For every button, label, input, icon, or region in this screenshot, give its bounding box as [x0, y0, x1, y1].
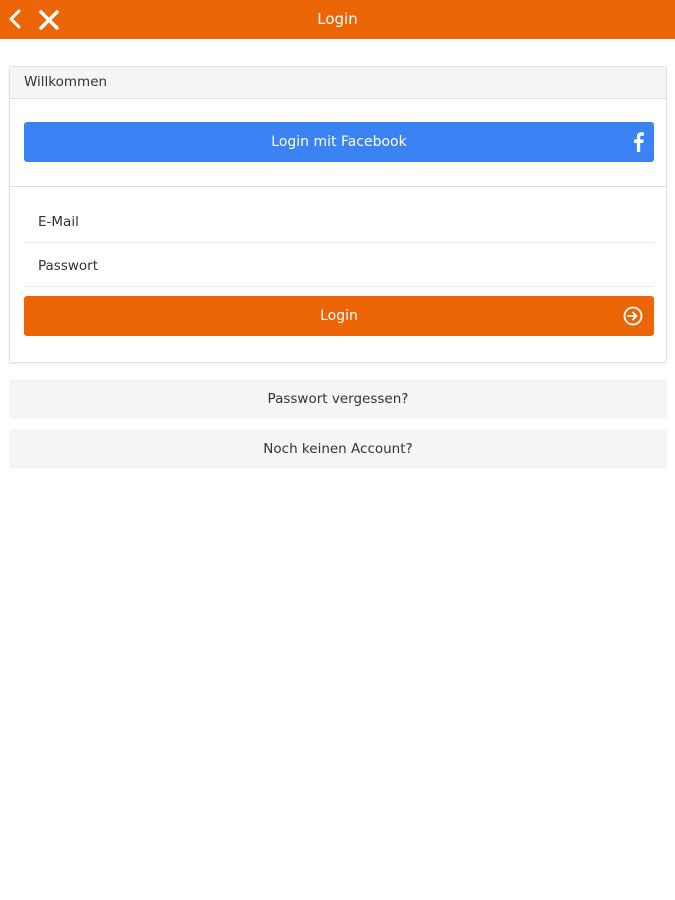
close-button[interactable]	[36, 7, 62, 33]
forgot-password-label: Passwort vergessen?	[267, 391, 409, 407]
close-icon	[39, 10, 59, 30]
password-field[interactable]	[24, 245, 654, 287]
no-account-button[interactable]: Noch keinen Account?	[9, 429, 667, 469]
password-input[interactable]	[38, 257, 654, 274]
forgot-password-button[interactable]: Passwort vergessen?	[9, 379, 667, 419]
facebook-login-label: Login mit Facebook	[271, 134, 407, 150]
login-card: Willkommen Login mit Facebook Login	[9, 66, 667, 363]
sign-in-icon	[623, 306, 643, 326]
login-button-label: Login	[320, 308, 358, 324]
no-account-label: Noch keinen Account?	[263, 441, 413, 457]
page-title: Login	[317, 10, 358, 28]
top-bar: Login	[0, 0, 675, 39]
back-button[interactable]	[4, 6, 26, 32]
divider	[10, 186, 666, 187]
chevron-left-icon	[9, 9, 21, 29]
email-field[interactable]	[24, 201, 654, 243]
card-title: Willkommen	[10, 67, 666, 99]
facebook-icon	[631, 130, 645, 154]
login-button[interactable]: Login	[24, 296, 654, 336]
facebook-login-button[interactable]: Login mit Facebook	[24, 122, 654, 162]
email-input[interactable]	[38, 213, 654, 230]
